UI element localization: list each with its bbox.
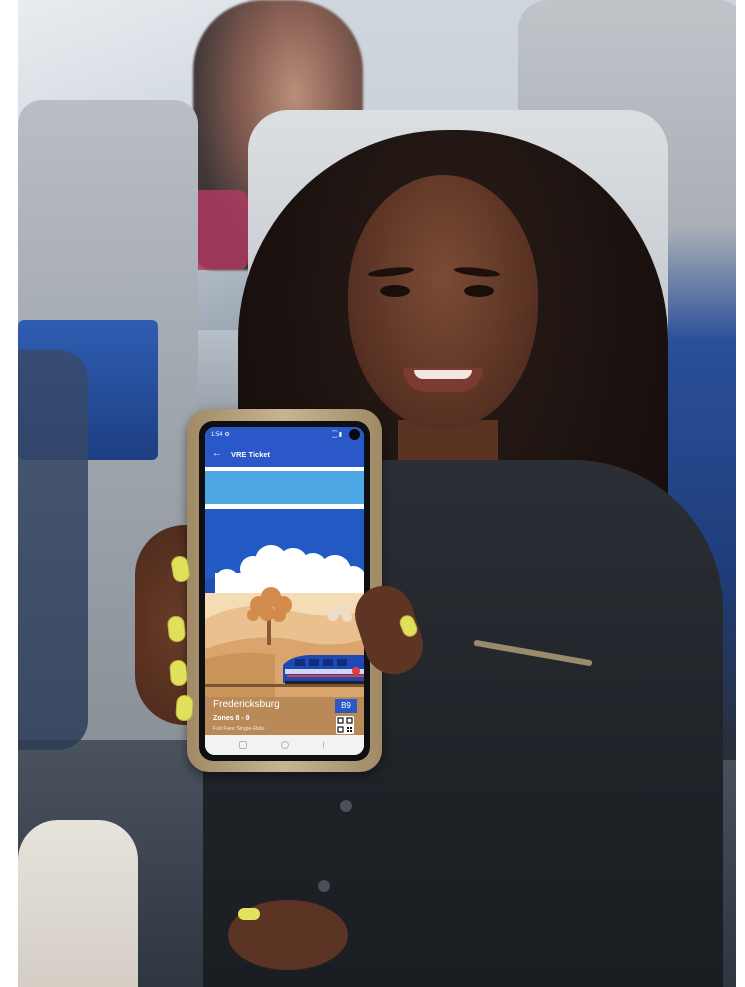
station-name: Fredericksburg [213,699,280,710]
smartphone: 1:54 ⚙ ⁐ ▮ ← VRE Ticket Fredericksburg B… [199,421,370,761]
ticket-illustration [205,509,364,697]
ticket-banner [205,471,364,504]
camera-hole [349,429,360,440]
fingernail [238,908,260,920]
shirt-button [340,800,352,812]
android-nav-bar [205,735,364,755]
fingernail [166,615,187,643]
phone-screen: 1:54 ⚙ ⁐ ▮ ← VRE Ticket Fredericksburg B… [205,427,364,755]
status-icons: ⁐ ▮ [332,432,342,438]
fingernail [175,694,194,722]
zone-badge: B9 [335,699,357,713]
nav-back-icon[interactable] [323,741,332,749]
recent-apps-icon[interactable] [239,741,247,749]
shirt-button [318,880,330,892]
passenger-arm-left [18,350,88,750]
qr-code-icon[interactable] [336,716,354,734]
teeth [414,370,472,379]
zones-label: Zones 8 - 9 [213,715,250,722]
train-graphic [283,655,364,684]
eye-right [464,285,494,297]
home-icon[interactable] [281,741,289,749]
fare-type-label: Full Fare Single-Ride [213,726,265,732]
status-bar: 1:54 ⚙ ⁐ ▮ [205,427,364,443]
fingernail [169,659,188,687]
seat-front-left [18,820,138,987]
back-arrow-icon[interactable]: ← [212,448,222,460]
app-bar: ← VRE Ticket [205,443,364,467]
status-time: 1:54 ⚙ [211,432,230,438]
ticket-info-panel[interactable]: Fredericksburg B9 Zones 8 - 9 Full Fare … [205,697,364,735]
app-title: VRE Ticket [231,450,271,459]
eye-left [380,285,410,297]
